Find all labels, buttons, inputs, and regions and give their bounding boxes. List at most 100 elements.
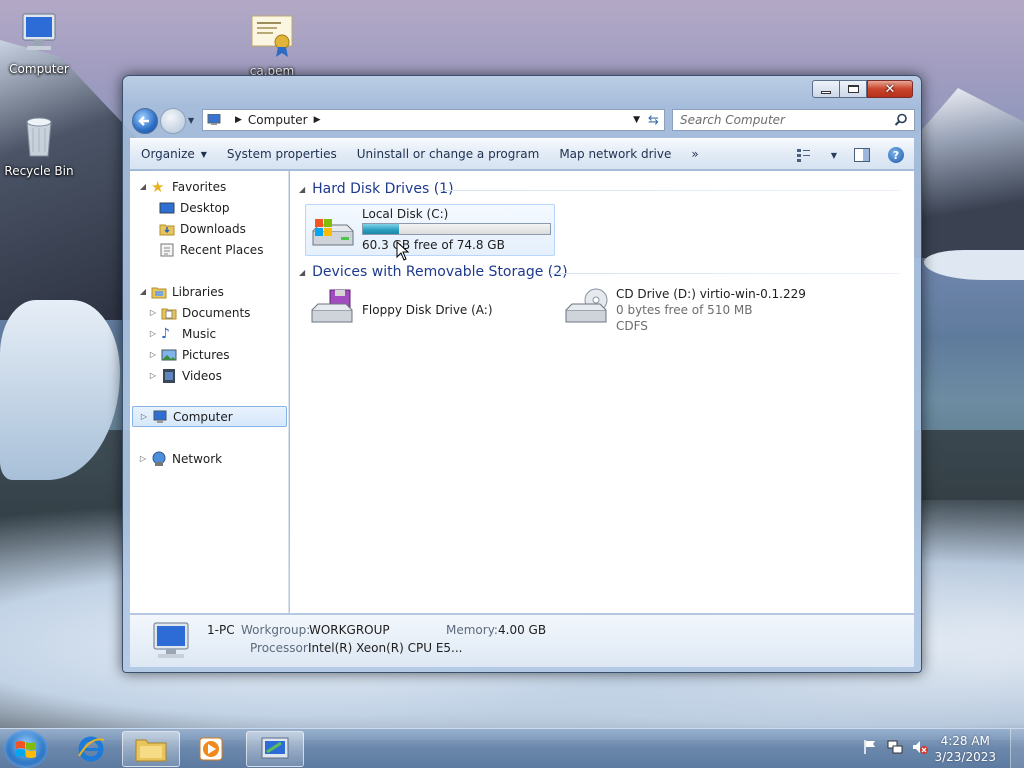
control-panel-icon: [261, 737, 289, 759]
drive-tile-local-disk-c[interactable]: Local Disk (C:) 60.3 GB free of 74.8 GB: [305, 204, 555, 256]
processor-value: Intel(R) Xeon(R) CPU E5...: [308, 641, 463, 655]
address-dropdown-icon[interactable]: ▼: [633, 115, 640, 125]
clock[interactable]: 4:28 AM 3/23/2023: [934, 733, 996, 765]
search-icon[interactable]: [894, 113, 908, 127]
desktop-icon-computer[interactable]: Computer: [0, 10, 81, 76]
drive-name: Local Disk (C:): [362, 207, 449, 221]
nav-label: Network: [172, 451, 223, 466]
change-view-button[interactable]: [794, 143, 818, 167]
more-commands-button[interactable]: »: [682, 142, 707, 166]
clock-date: 3/23/2023: [934, 750, 996, 764]
internet-explorer-icon: [78, 736, 105, 762]
desktop-icon-label: Recycle Bin: [4, 164, 74, 178]
drive-name: CD Drive (D:) virtio-win-0.1.229: [616, 287, 806, 301]
chevron-down-icon: ▼: [200, 149, 207, 159]
taskbar-windows-explorer[interactable]: [122, 731, 180, 767]
group-header-hard-disk-drives[interactable]: ◢ Hard Disk Drives (1): [299, 181, 454, 197]
search-input[interactable]: Search Computer: [672, 109, 915, 131]
collapse-icon: ◢: [299, 184, 306, 194]
expand-icon[interactable]: ▷: [148, 308, 158, 317]
recent-pages-dropdown[interactable]: ▼: [188, 116, 194, 125]
taskbar-media-player[interactable]: [182, 731, 240, 767]
expand-icon[interactable]: ▷: [148, 329, 158, 338]
group-title: Hard Disk Drives (1): [312, 181, 454, 197]
computer-name: 1-PC: [207, 623, 235, 637]
nav-network[interactable]: ▷ Network: [138, 448, 222, 469]
organize-menu[interactable]: Organize ▼: [132, 142, 216, 166]
nav-libraries[interactable]: ◢ Libraries: [138, 281, 224, 302]
map-network-drive-button[interactable]: Map network drive: [550, 142, 680, 166]
nav-favorites[interactable]: ◢ ★ Favorites: [138, 176, 226, 197]
action-center-flag-icon[interactable]: [862, 739, 878, 758]
taskbar-control-panel[interactable]: [246, 731, 304, 767]
explorer-window[interactable]: ✕ ▼ ▶ Computer ▶ ▼ ⇆ Search Computer Org…: [122, 75, 922, 673]
close-button[interactable]: ✕: [867, 80, 913, 98]
collapse-icon[interactable]: ◢: [138, 182, 148, 191]
breadcrumb-separator-icon[interactable]: ▶: [314, 115, 321, 125]
desktop-icon-recycle-bin[interactable]: Recycle Bin: [0, 112, 81, 178]
network-status-icon[interactable]: [887, 739, 903, 758]
maximize-button[interactable]: [840, 80, 867, 98]
nav-label: Desktop: [180, 200, 230, 215]
expand-icon[interactable]: ▷: [148, 350, 158, 359]
breadcrumb-computer[interactable]: Computer: [248, 113, 308, 127]
nav-computer[interactable]: ▷ Computer: [132, 406, 287, 427]
organize-label: Organize: [141, 147, 195, 161]
nav-label: Documents: [182, 305, 251, 320]
nav-music[interactable]: ▷ ♪ Music: [148, 323, 216, 344]
expand-icon[interactable]: ▷: [138, 454, 148, 463]
refresh-button[interactable]: ⇆: [643, 109, 665, 131]
recycle-bin-icon: [15, 112, 63, 160]
expand-icon[interactable]: ▷: [148, 371, 158, 380]
map-drive-label: Map network drive: [559, 147, 672, 161]
pictures-icon: [161, 347, 177, 363]
drive-tile-cd-d[interactable]: CD Drive (D:) virtio-win-0.1.229 0 bytes…: [560, 286, 860, 336]
group-header-removable-storage[interactable]: ◢ Devices with Removable Storage (2): [299, 264, 568, 280]
help-button[interactable]: ?: [884, 143, 908, 167]
more-commands-icon: »: [691, 147, 699, 161]
nav-desktop[interactable]: Desktop: [156, 197, 230, 218]
windows-logo-icon: [16, 741, 36, 758]
star-icon: ★: [151, 177, 165, 196]
nav-label: Downloads: [180, 221, 246, 236]
computer-icon: [207, 114, 221, 125]
breadcrumb-separator-icon[interactable]: ▶: [235, 115, 242, 125]
show-desktop-button[interactable]: [1010, 729, 1024, 768]
back-arrow-icon: [138, 116, 149, 126]
libraries-icon: [151, 284, 167, 300]
taskbar-internet-explorer[interactable]: [62, 731, 120, 767]
nav-recent-places[interactable]: Recent Places: [156, 239, 263, 260]
start-button[interactable]: [4, 730, 48, 768]
computer-icon: [152, 409, 168, 425]
mouse-cursor-icon: [396, 241, 410, 261]
drive-tile-floppy-a[interactable]: Floppy Disk Drive (A:): [306, 286, 546, 334]
volume-muted-icon[interactable]: [912, 739, 928, 758]
minimize-button[interactable]: [812, 80, 840, 98]
address-bar[interactable]: ▶ Computer ▶ ▼: [202, 109, 645, 131]
forward-button[interactable]: [160, 108, 186, 134]
preview-pane-button[interactable]: [850, 143, 874, 167]
nav-pictures[interactable]: ▷ Pictures: [148, 344, 230, 365]
expand-icon[interactable]: ▷: [139, 412, 149, 421]
folder-icon: [135, 739, 167, 762]
nav-label: Pictures: [182, 347, 230, 362]
computer-icon: [15, 10, 63, 58]
view-dropdown-icon[interactable]: ▼: [828, 143, 840, 167]
content-pane[interactable]: ◢ Hard Disk Drives (1) Local Disk (C:) 6…: [290, 171, 914, 613]
nav-documents[interactable]: ▷ Documents: [148, 302, 251, 323]
uninstall-program-button[interactable]: Uninstall or change a program: [348, 142, 549, 166]
back-button[interactable]: [132, 108, 158, 134]
drive-filesystem: CDFS: [616, 319, 648, 333]
navigation-pane[interactable]: ◢ ★ Favorites Desktop Downloads Recent P…: [130, 171, 289, 613]
system-properties-button[interactable]: System properties: [218, 142, 346, 166]
collapse-icon[interactable]: ◢: [138, 287, 148, 296]
documents-icon: [161, 305, 177, 321]
address-row: ▼ ▶ Computer ▶ ▼ ⇆ Search Computer: [131, 106, 915, 136]
computer-icon: [153, 622, 189, 658]
nav-label: Videos: [182, 368, 222, 383]
desktop-icon-ca-pem[interactable]: ca.pem: [230, 12, 314, 78]
workgroup-value: WORKGROUP: [309, 623, 390, 637]
nav-downloads[interactable]: Downloads: [156, 218, 246, 239]
network-icon: [151, 451, 167, 467]
nav-videos[interactable]: ▷ Videos: [148, 365, 222, 386]
